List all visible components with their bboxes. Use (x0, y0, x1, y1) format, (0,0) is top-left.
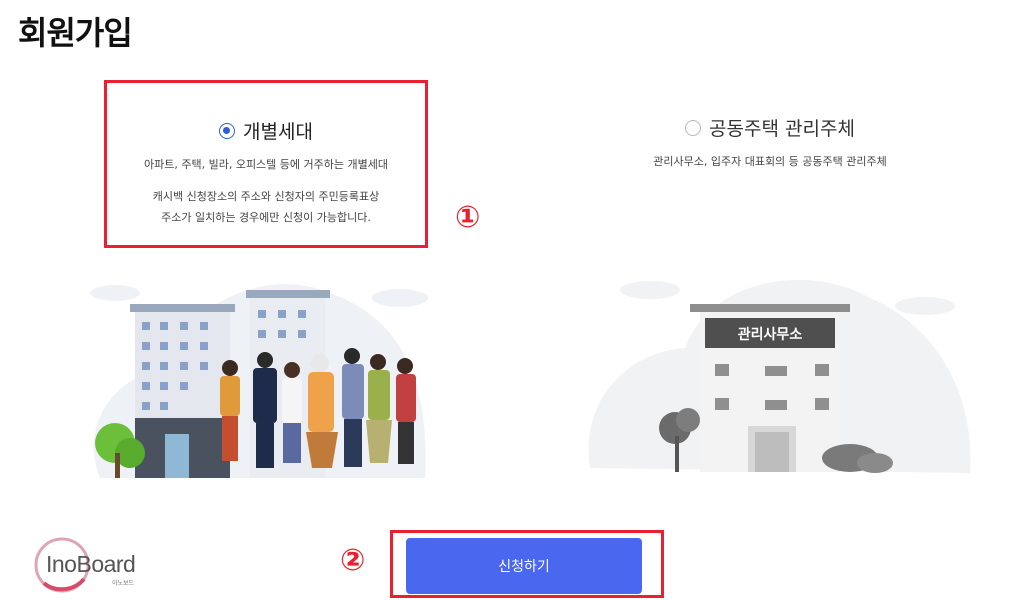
annotation-marker-1: ① (455, 200, 481, 235)
option-note-line: 주소가 일치하는 경우에만 신청이 가능합니다. (161, 211, 371, 224)
logo-subtext: 이노보드 (112, 580, 135, 587)
option-individual-household[interactable]: 개별세대 아파트, 주택, 빌라, 오피스텔 등에 거주하는 개별세대 캐시백 … (104, 80, 428, 248)
office-sign: 관리사무소 (738, 326, 803, 343)
radio-individual-household[interactable] (219, 122, 236, 139)
option-title: 공동주택 관리주체 (709, 118, 855, 140)
apply-button[interactable]: 신청하기 (406, 538, 642, 594)
annotation-marker-2: ② (340, 543, 366, 578)
logo-text: InoBoard (46, 551, 136, 577)
residents-illustration (90, 284, 428, 478)
option-title: 개별세대 (243, 121, 313, 143)
option-description: 아파트, 주택, 빌라, 오피스텔 등에 거주하는 개별세대 (144, 158, 388, 171)
radio-apartment-management[interactable] (685, 119, 702, 136)
option-note-line: 캐시백 신청장소의 주소와 신청자의 주민등록표상 (152, 190, 380, 203)
option-apartment-management[interactable]: 공동주택 관리주체 관리사무소, 입주자 대표회의 등 공동주택 관리주체 (600, 80, 940, 248)
page-title: 회원가입 (18, 14, 133, 52)
management-office-illustration: 관리사무소 (588, 279, 971, 473)
option-description: 관리사무소, 입주자 대표회의 등 공동주택 관리주체 (653, 155, 887, 168)
